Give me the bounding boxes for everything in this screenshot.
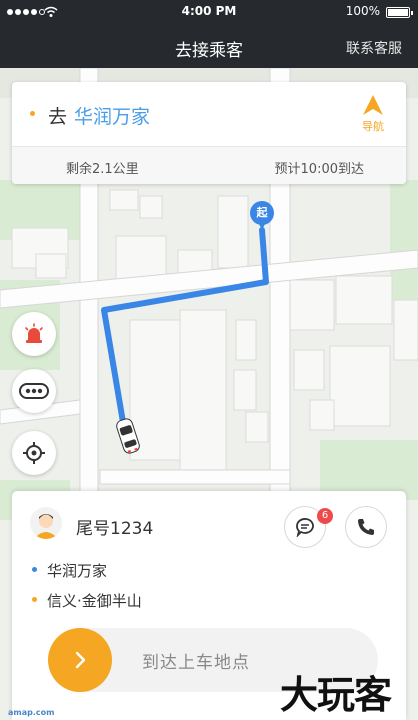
chevron-right-icon [75, 651, 86, 669]
battery-percent: 100% [345, 4, 380, 18]
dropoff-dot [32, 597, 37, 602]
locate-icon [23, 442, 45, 464]
navigation-arrow-icon [363, 95, 383, 115]
route-card: 去 华润万家 导航 剩余2.1公里 预计10:00到达 [12, 82, 406, 184]
navigate-label: 导航 [362, 120, 384, 133]
phone-icon [358, 519, 374, 535]
battery-icon [386, 7, 413, 18]
more-button[interactable] [12, 369, 56, 413]
destination-name: 华润万家 [74, 106, 151, 128]
nav-bar: 去接乘客 联系客服 [0, 24, 418, 68]
pickup-dot [32, 567, 37, 572]
destination-dot [30, 111, 35, 116]
remaining-distance: 剩余2.1公里 [66, 162, 139, 177]
alarm-light-icon [25, 323, 43, 343]
message-badge: 6 [317, 508, 333, 524]
watermark: 大玩客 [280, 672, 392, 717]
avatar [30, 507, 62, 539]
dropoff-address-text: 信义·金御半山 [47, 592, 142, 610]
amap-logo: amap.com [8, 708, 55, 717]
dropoff-address: 信义·金御半山 [32, 590, 142, 611]
status-bar: 4:00 PM 100% [0, 0, 418, 24]
pickup-address-text: 华润万家 [47, 562, 108, 580]
start-marker: 起 [250, 201, 274, 230]
contact-support-button[interactable]: 联系客服 [346, 38, 402, 58]
more-icon [19, 383, 49, 399]
navigate-button[interactable]: 导航 [358, 94, 388, 134]
call-button[interactable] [345, 506, 387, 548]
chat-icon [296, 518, 314, 537]
alarm-button[interactable] [12, 312, 56, 356]
estimated-arrival: 预计10:00到达 [274, 162, 364, 177]
route-summary: 剩余2.1公里 预计10:00到达 [12, 146, 406, 184]
slider-handle[interactable] [48, 628, 112, 692]
passenger-tail-number: 尾号1234 [76, 519, 154, 539]
pickup-address: 华润万家 [32, 560, 107, 581]
go-label: 去 [48, 106, 68, 128]
slider-label: 到达上车地点 [142, 653, 250, 673]
locate-button[interactable] [12, 431, 56, 475]
